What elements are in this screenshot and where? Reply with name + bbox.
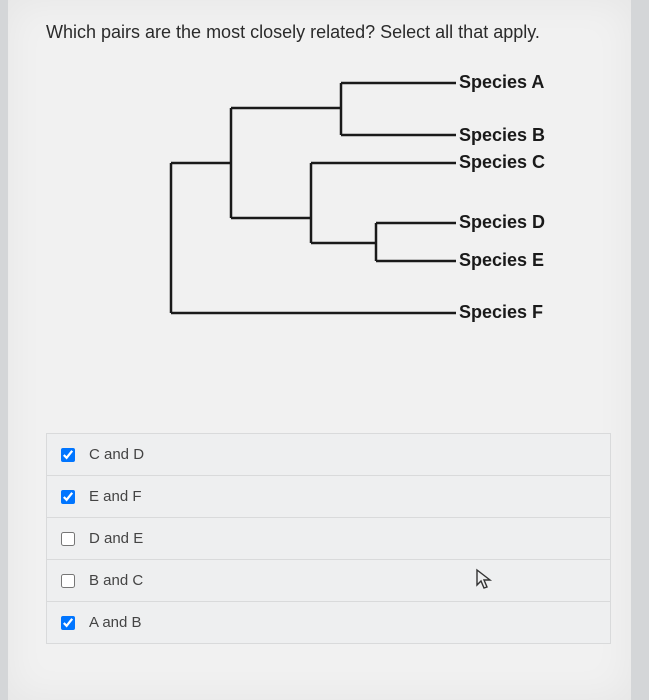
option-d-and-e[interactable]: D and E: [46, 517, 611, 559]
species-e-label: Species E: [459, 250, 544, 271]
worksheet-page: Which pairs are the most closely related…: [8, 0, 631, 700]
species-d-label: Species D: [459, 212, 545, 233]
species-f-label: Species F: [459, 302, 543, 323]
option-label: C and D: [89, 446, 144, 463]
option-b-and-c[interactable]: B and C: [46, 559, 611, 601]
species-b-label: Species B: [459, 125, 545, 146]
option-label: A and B: [89, 614, 142, 631]
question-text: Which pairs are the most closely related…: [46, 22, 611, 43]
checkbox-b-and-c[interactable]: [61, 574, 75, 588]
species-c-label: Species C: [459, 152, 545, 173]
answer-options: C and D E and F D and E B and C A and B: [46, 433, 611, 644]
checkbox-a-and-b[interactable]: [61, 616, 75, 630]
species-a-label: Species A: [459, 72, 544, 93]
checkbox-d-and-e[interactable]: [61, 532, 75, 546]
option-a-and-b[interactable]: A and B: [46, 601, 611, 644]
checkbox-c-and-d[interactable]: [61, 448, 75, 462]
option-label: D and E: [89, 530, 143, 547]
option-e-and-f[interactable]: E and F: [46, 475, 611, 517]
tree-diagram-svg: [161, 73, 461, 333]
option-label: E and F: [89, 488, 142, 505]
option-c-and-d[interactable]: C and D: [46, 433, 611, 475]
checkbox-e-and-f[interactable]: [61, 490, 75, 504]
phylogenetic-tree: Species A Species B Species C Species D …: [161, 73, 601, 353]
option-label: B and C: [89, 572, 143, 589]
